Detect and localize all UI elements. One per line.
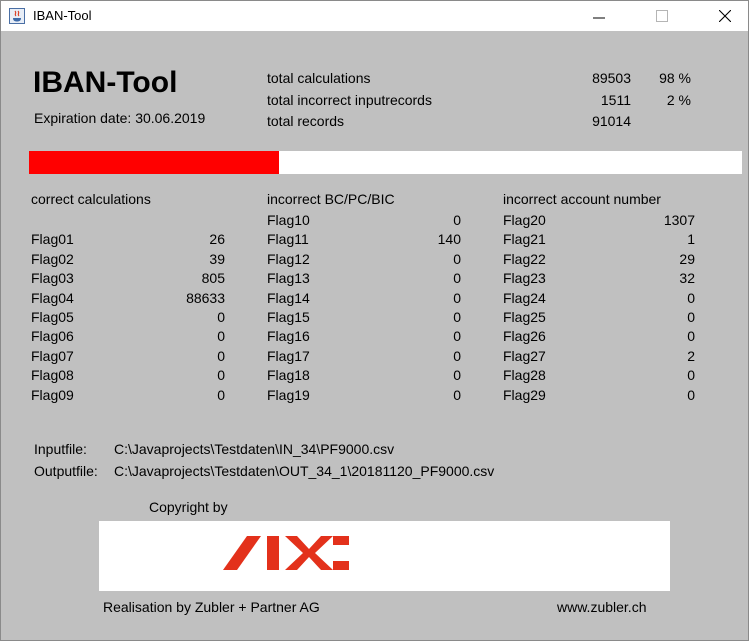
minimize-icon <box>593 17 605 19</box>
flag-label: Flag10 <box>267 212 310 228</box>
flag-value: 0 <box>687 289 695 306</box>
flag-value: 0 <box>687 328 695 345</box>
input-file-path: C:\Javaprojects\Testdaten\IN_34\PF9000.c… <box>114 441 395 457</box>
maximize-button[interactable] <box>639 1 685 31</box>
flag-value: 0 <box>453 386 461 403</box>
flag-value: 0 <box>453 289 461 306</box>
expiration-label: Expiration date: <box>34 110 132 126</box>
flag-label: Flag16 <box>267 328 310 345</box>
flag-value: 1307 <box>663 212 695 228</box>
flag-value: 39 <box>209 250 225 267</box>
flag-value: 0 <box>217 309 225 325</box>
app-window: IBAN-Tool IBAN-Tool Expiration date: 30.… <box>0 0 749 641</box>
flag-label: Flag11 <box>267 231 309 248</box>
total-calculations-percent: 98 % <box>659 70 691 86</box>
total-calculations-label: total calculations <box>267 70 371 86</box>
total-records-label: total records <box>267 113 345 129</box>
flag-label: Flag09 <box>31 386 74 403</box>
maximize-icon <box>656 10 668 22</box>
flag-value: 2 <box>687 347 695 364</box>
java-app-icon <box>9 8 25 24</box>
flag-label: Flag18 <box>267 367 310 384</box>
flag-label: Flag17 <box>267 347 310 364</box>
flag-label: Flag23 <box>503 270 546 287</box>
app-heading: IBAN-Tool <box>33 66 178 99</box>
expiration-date: 30.06.2019 <box>135 110 206 126</box>
flag-label: Flag08 <box>31 367 74 384</box>
total-records-value: 91014 <box>592 113 631 129</box>
flag-label: Flag06 <box>31 328 74 345</box>
incorrect-account-heading: incorrect account number <box>503 191 661 207</box>
close-icon <box>719 10 731 22</box>
total-incorrect-value: 1511 <box>600 92 631 108</box>
flag-label: Flag24 <box>503 289 546 306</box>
flag-label: Flag21 <box>503 231 546 248</box>
flag-label: Flag04 <box>31 289 74 306</box>
realisation-label: Realisation by Zubler + Partner AG <box>103 599 320 615</box>
flag-label: Flag12 <box>267 250 310 267</box>
flag-value: 0 <box>217 386 225 403</box>
output-file-path: C:\Javaprojects\Testdaten\OUT_34_1\20181… <box>114 463 495 479</box>
flag-value: 32 <box>679 270 695 287</box>
flag-value: 0 <box>453 347 461 364</box>
output-file-label: Outputfile: <box>34 463 98 479</box>
website-label: www.zubler.ch <box>557 599 647 615</box>
title-bar[interactable]: IBAN-Tool <box>1 1 748 31</box>
incorrect-bc-heading: incorrect BC/PC/BIC <box>267 191 395 207</box>
flag-value: 0 <box>453 328 461 345</box>
flag-label: Flag07 <box>31 347 74 364</box>
flag-label: Flag25 <box>503 309 546 325</box>
flag-label: Flag13 <box>267 270 310 287</box>
copyright-label: Copyright by <box>149 499 228 515</box>
flag-value: 26 <box>209 231 225 248</box>
flag-label: Flag01 <box>31 231 74 248</box>
expiration-line: Expiration date: 30.06.2019 <box>34 110 205 126</box>
flag-value: 0 <box>217 367 225 384</box>
flag-value: 0 <box>687 367 695 384</box>
flag-label: Flag20 <box>503 212 546 228</box>
flag-label: Flag29 <box>503 386 546 403</box>
flag-label: Flag03 <box>31 270 74 287</box>
flag-value: 0 <box>453 309 461 325</box>
total-incorrect-label: total incorrect inputrecords <box>267 92 432 108</box>
flag-label: Flag26 <box>503 328 546 345</box>
flag-label: Flag15 <box>267 309 310 325</box>
flag-label: Flag05 <box>31 309 74 325</box>
six-logo-panel <box>99 521 670 591</box>
total-incorrect-percent: 2 % <box>666 92 691 108</box>
flag-value: 0 <box>687 309 695 325</box>
total-calculations-value: 89503 <box>592 70 631 86</box>
flag-value: 0 <box>453 212 461 228</box>
progress-bar <box>29 151 742 174</box>
correct-calculations-heading: correct calculations <box>31 191 151 207</box>
flag-value: 29 <box>679 250 695 267</box>
flag-value: 805 <box>201 270 225 287</box>
flag-label: Flag19 <box>267 386 310 403</box>
window-title: IBAN-Tool <box>33 8 92 23</box>
flag-value: 0 <box>453 367 461 384</box>
flag-value: 0 <box>687 386 695 403</box>
flag-value: 0 <box>453 270 461 287</box>
main-panel: IBAN-Tool Expiration date: 30.06.2019 to… <box>1 31 748 640</box>
flag-value: 140 <box>437 231 461 248</box>
flag-label: Flag02 <box>31 250 74 267</box>
flag-value: 0 <box>217 328 225 345</box>
minimize-button[interactable] <box>576 1 622 31</box>
flag-value: 0 <box>453 250 461 267</box>
six-logo <box>223 536 349 570</box>
flag-label: Flag27 <box>503 347 546 364</box>
close-button[interactable] <box>702 1 748 31</box>
flag-label: Flag22 <box>503 250 546 267</box>
flag-label: Flag14 <box>267 289 310 306</box>
progress-fill <box>29 151 279 174</box>
flag-value: 1 <box>687 231 695 248</box>
flag-value: 0 <box>217 347 225 364</box>
flag-value: 88633 <box>186 289 225 306</box>
input-file-label: Inputfile: <box>34 441 87 457</box>
flag-label: Flag28 <box>503 367 546 384</box>
